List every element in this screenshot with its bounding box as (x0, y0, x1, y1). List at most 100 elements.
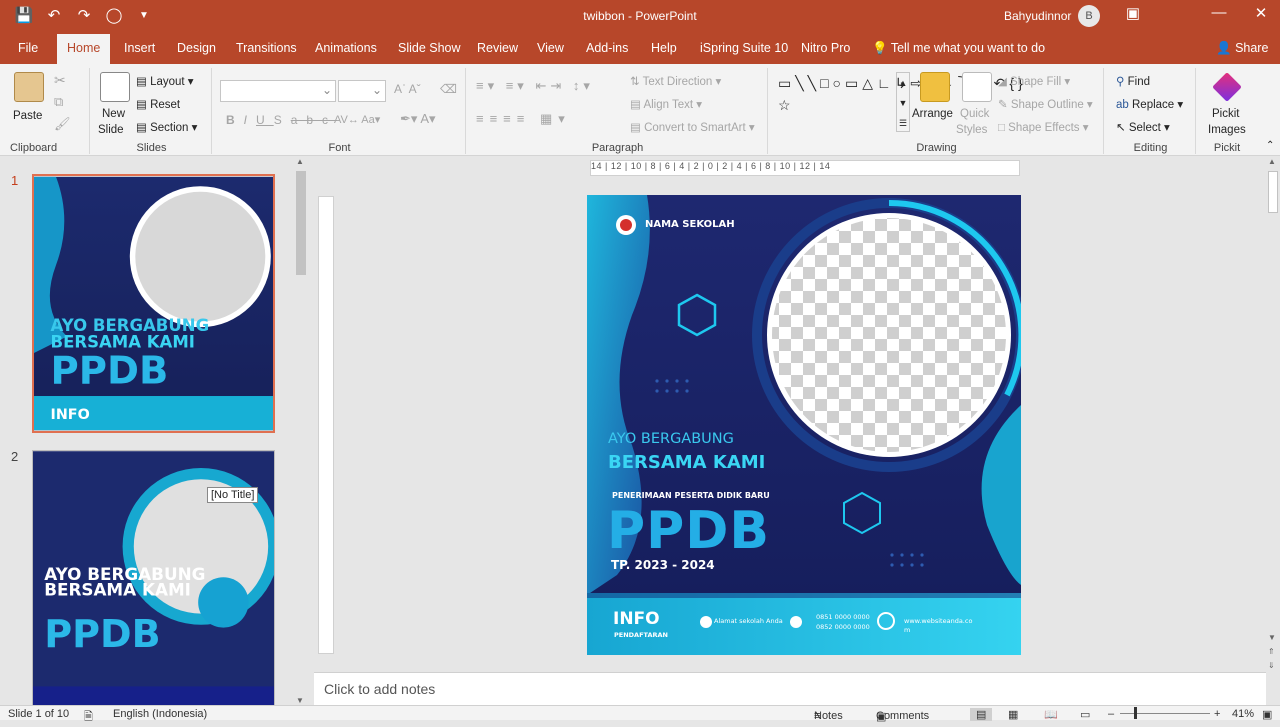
new-slide-icon[interactable] (100, 72, 130, 102)
tab-help[interactable]: Help (651, 41, 677, 55)
font-style-icons[interactable]: BIUSabc (226, 113, 337, 127)
zoom-level[interactable]: 41% (1232, 708, 1254, 720)
spellcheck-icon[interactable]: 🗎 (84, 708, 93, 727)
next-slide-icon[interactable]: ⇓ (1268, 661, 1275, 670)
pickit-button-2[interactable]: Images (1208, 124, 1246, 136)
thumbnail-scrollbar[interactable]: ▲ ▼ (294, 157, 308, 705)
vertical-ruler[interactable] (318, 196, 334, 654)
tab-add-ins[interactable]: Add-ins (586, 41, 628, 55)
copy-icon[interactable]: ⧉ (54, 94, 63, 110)
quick-styles-icon[interactable] (962, 72, 992, 102)
minimize-icon[interactable]: — (1204, 4, 1234, 21)
convert-smartart-button[interactable]: ▤ Convert to SmartArt ▾ (630, 120, 755, 134)
tab-insert[interactable]: Insert (124, 41, 155, 55)
editor-scrollbar[interactable]: ▲ ▼ ⇑ ⇓ (1266, 157, 1280, 672)
notes-pane[interactable]: Click to add notes (314, 672, 1266, 705)
tab-view[interactable]: View (537, 41, 564, 55)
zoom-slider-handle[interactable] (1134, 707, 1137, 719)
tab-ispring[interactable]: iSpring Suite 10 (700, 41, 788, 55)
svg-text:INFO: INFO (51, 407, 90, 423)
share-button[interactable]: 👤 Share (1216, 41, 1268, 56)
paste-icon[interactable] (14, 72, 44, 102)
tab-transitions[interactable]: Transitions (236, 41, 297, 55)
scroll-up-icon[interactable]: ▲ (1268, 157, 1276, 166)
clear-format-icon[interactable]: ⌫ (440, 82, 457, 96)
tab-nitro[interactable]: Nitro Pro (801, 41, 850, 55)
format-painter-icon[interactable]: 🖌 (54, 116, 71, 132)
scroll-up-icon[interactable]: ▲ (296, 157, 304, 166)
new-slide-button-2[interactable]: Slide (98, 124, 124, 136)
notes-placeholder[interactable]: Click to add notes (324, 681, 435, 697)
scroll-down-icon[interactable]: ▼ (1268, 633, 1276, 642)
font-size-box[interactable]: ⌄ (338, 80, 386, 102)
horizontal-ruler[interactable]: 14 | 12 | 10 | 8 | 6 | 4 | 2 | 0 | 2 | 4… (590, 160, 1020, 176)
present-icon[interactable]: ◯ (104, 6, 124, 24)
reading-view-icon[interactable]: 📖 (1044, 708, 1058, 721)
paste-button[interactable]: Paste (13, 110, 42, 122)
slideshow-icon[interactable]: ▭ (1080, 708, 1090, 721)
find-label: Find (1127, 76, 1150, 88)
slide-thumbnail-1[interactable]: AYO BERGABUNG BERSAMA KAMI PPDB INFO (32, 174, 275, 433)
pickit-icon[interactable] (1212, 72, 1242, 102)
scroll-thumb[interactable] (296, 171, 306, 275)
quick-styles-button-2[interactable]: Styles (956, 124, 987, 136)
editing-label: Editing (1133, 142, 1168, 154)
prev-slide-icon[interactable]: ⇑ (1268, 647, 1275, 656)
slide-canvas[interactable]: NAMA SEKOLAH AYO BERGABUNG BERSAMA KAMI … (587, 195, 1021, 655)
scroll-thumb[interactable] (1268, 171, 1278, 213)
slide-thumbnail-pane[interactable]: 1 AYO BERGABUNG BERSAMA KAMI PPDB INFO 2… (0, 157, 310, 705)
undo-icon[interactable]: ↶ (44, 6, 64, 24)
ribbon-display-icon[interactable]: ▣ (1118, 4, 1148, 22)
find-button[interactable]: ⚲ Find (1116, 74, 1150, 88)
tab-animations[interactable]: Animations (315, 41, 377, 55)
section-button[interactable]: ▤ Section ▾ (136, 120, 197, 134)
zoom-in-icon[interactable]: + (1214, 708, 1220, 720)
tab-design[interactable]: Design (177, 41, 216, 55)
website-text: www.websiteanda.co (904, 617, 973, 625)
quick-styles-button[interactable]: Quick (960, 108, 989, 120)
lightbulb-icon: 💡 (872, 41, 891, 55)
slide-thumbnail-2[interactable]: AYO BERGABUNG BERSAMA KAMI PPDB [No Titl… (32, 450, 275, 705)
align-icons[interactable]: ≡≡≡≡ ▦▾ (476, 111, 571, 127)
list-icons[interactable]: ≡▾ ≡▾ ⇤⇥ ↕▾ (476, 78, 594, 94)
avatar[interactable]: B (1078, 5, 1100, 27)
shape-effects-button[interactable]: □ Shape Effects ▾ (998, 120, 1089, 134)
shapes-scroll[interactable]: ▲ ▼ ☰ (896, 72, 910, 132)
save-icon[interactable]: 💾 (14, 6, 34, 24)
text-direction-button[interactable]: ⇅ Text Direction ▾ (630, 74, 721, 88)
redo-icon[interactable]: ↷ (74, 6, 94, 24)
select-button[interactable]: ↖ Select ▾ (1116, 120, 1170, 134)
spacing-icon[interactable]: AV↔ Aa▾ (334, 113, 380, 126)
close-icon[interactable]: ✕ (1246, 4, 1276, 22)
pickit-button[interactable]: Pickit (1212, 108, 1239, 120)
collapse-ribbon-icon[interactable]: ⌃ (1266, 140, 1274, 151)
scroll-down-icon[interactable]: ▼ (296, 696, 304, 705)
shape-fill-button[interactable]: ◢ Shape Fill ▾ (998, 74, 1070, 88)
zoom-out-icon[interactable]: – (1108, 708, 1114, 720)
fit-slide-icon[interactable]: ▣ (1262, 708, 1272, 721)
new-slide-button[interactable]: New (102, 108, 125, 120)
normal-view-icon[interactable]: ▤ (970, 708, 993, 721)
align-text-button[interactable]: ▤ Align Text ▾ (630, 97, 702, 111)
tab-slide-show[interactable]: Slide Show (398, 41, 461, 55)
text-direction-label: Text Direction (642, 76, 713, 88)
replace-button[interactable]: ab Replace ▾ (1116, 97, 1183, 111)
tab-review[interactable]: Review (477, 41, 518, 55)
shape-outline-button[interactable]: ✎ Shape Outline ▾ (998, 97, 1093, 111)
customize-qat-icon[interactable]: ▼ (134, 10, 154, 21)
shapes-gallery[interactable]: ▭╲╲□○▭△∟↳⇨⇧⇩⤵⤴↶{}☆ (778, 72, 1023, 116)
arrange-icon[interactable] (920, 72, 950, 102)
layout-button[interactable]: ▤ Layout ▾ (136, 74, 194, 88)
grow-font-icon[interactable]: Aˈ Aˇ (394, 82, 421, 96)
user-name[interactable]: Bahyudinnor (1004, 9, 1071, 23)
cut-icon[interactable]: ✂ (54, 72, 66, 89)
reset-button[interactable]: ▤ Reset (136, 97, 180, 111)
font-name-box[interactable]: ⌄ (220, 80, 336, 102)
tab-file[interactable]: File (18, 41, 38, 55)
slide-sorter-icon[interactable]: ▦ (1008, 708, 1018, 721)
language-indicator[interactable]: English (Indonesia) (113, 708, 207, 720)
tab-home[interactable]: Home (57, 34, 111, 64)
arrange-button[interactable]: Arrange (912, 108, 953, 120)
highlight-icon[interactable]: ✒▾ A▾ (400, 111, 436, 127)
tell-me-box[interactable]: 💡 Tell me what you want to do (872, 41, 1045, 56)
